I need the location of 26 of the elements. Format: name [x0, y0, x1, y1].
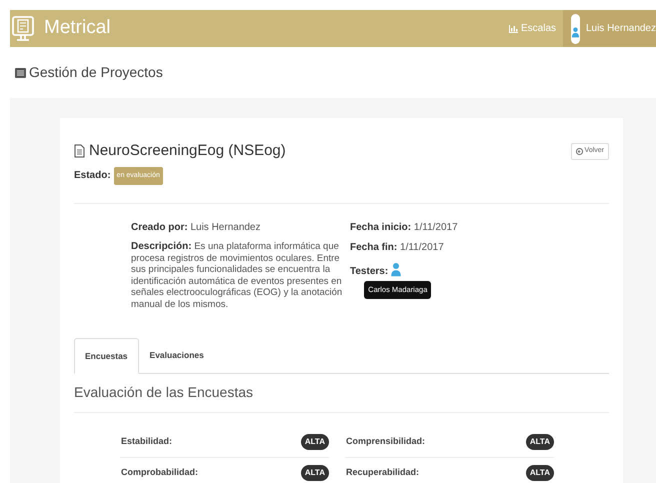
status-label: Estado: — [74, 169, 111, 184]
description-text: Descripción: Es una plataforma informática que procesa registros de movimientos oculares. Entre sus principales funcionalidades se encuentra la identificación automática de eventos presentes en señales electrooculográficas (EOG) y la anotación manual de los mismos. — [131, 241, 344, 310]
rating-badge: ALTA — [300, 434, 329, 450]
rating-label: Estabilidad: — [121, 435, 172, 448]
back-arrow-icon — [576, 148, 583, 155]
end-date-text: Fecha fin: 1/11/2017 — [350, 242, 445, 254]
tab[interactable]: Encuestas — [74, 338, 139, 374]
page-title: Gestión de Proyectos — [29, 63, 163, 82]
rating-badge: ALTA — [300, 464, 329, 481]
user-icon — [390, 260, 402, 278]
section-title: Evaluación de las Encuestas — [74, 382, 254, 402]
list-icon — [15, 68, 26, 78]
document-icon — [74, 144, 85, 158]
rating-label: Comprobabilidad: — [121, 466, 198, 479]
rating-badge: ALTA — [526, 434, 554, 450]
tab[interactable]: Evaluaciones — [138, 338, 215, 373]
monitor-icon — [12, 16, 34, 42]
bar-chart-icon — [508, 24, 518, 32]
project-title: NeuroScreeningEog (NSEog) — [89, 141, 286, 161]
start-date-text: Fecha inicio: 1/11/2017 — [350, 222, 458, 234]
rating-label: Recuperabilidad: — [346, 466, 420, 479]
testers-label: Testers: — [350, 266, 388, 278]
rating-label: Comprensibilidad: — [346, 435, 426, 448]
rating-badge: ALTA — [526, 464, 554, 481]
created-by-text: Creado por: Luis Hernandez — [131, 222, 262, 234]
user-name: Luis Hernandez — [586, 22, 656, 36]
